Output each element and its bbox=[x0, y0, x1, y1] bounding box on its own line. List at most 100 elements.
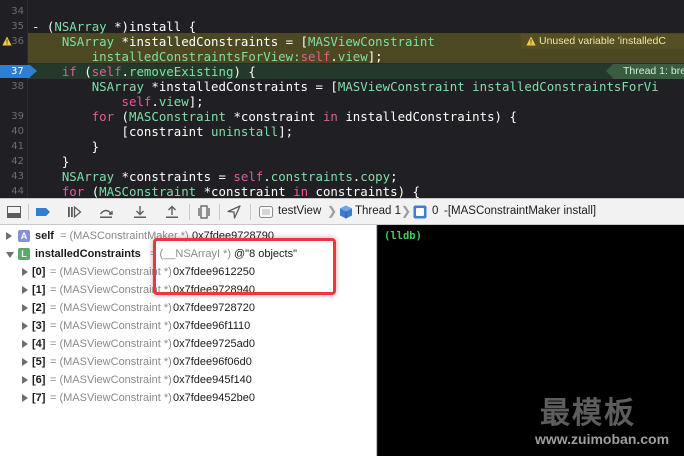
variable-child-row[interactable]: [6] = (MASViewConstraint *) 0x7fdee945f140 bbox=[0, 371, 377, 389]
step-into-icon[interactable] bbox=[132, 204, 148, 220]
code-token: } bbox=[32, 154, 70, 169]
code-token: } bbox=[32, 139, 100, 154]
line-number: 35 bbox=[11, 21, 24, 32]
code-line[interactable]: 35 - (NSArray *)install { bbox=[0, 19, 684, 34]
code-token: removeExisting bbox=[129, 64, 234, 79]
disclosure-collapsed-icon[interactable] bbox=[22, 394, 28, 402]
breadcrumb-target[interactable]: testView bbox=[278, 199, 321, 224]
disclosure-collapsed-icon[interactable] bbox=[22, 304, 28, 312]
source-editor[interactable]: 34 35- (NSArray *)install {36 NSArray *in… bbox=[0, 0, 684, 198]
variable-child-row[interactable]: [5] = (MASViewConstraint *) 0x7fdee96f06d0 bbox=[0, 353, 377, 371]
line-number: 43 bbox=[11, 171, 24, 182]
thread-indicator-label: Thread 1: bre bbox=[623, 65, 684, 77]
code-line[interactable]: 44 for (MASConstraint *constraint in con… bbox=[0, 184, 684, 198]
code-token: - ( bbox=[32, 19, 55, 34]
code-text: - (NSArray *)install { bbox=[32, 19, 196, 34]
thread-indicator-badge[interactable]: Thread 1: bre bbox=[606, 64, 684, 79]
hide-debug-area-icon[interactable] bbox=[6, 204, 22, 220]
code-line[interactable]: 34 bbox=[0, 4, 684, 19]
code-token: *constraint bbox=[196, 184, 294, 198]
highlight-annotation-box bbox=[153, 238, 336, 295]
code-token: [constraint bbox=[32, 124, 212, 139]
disclosure-collapsed-icon[interactable] bbox=[22, 268, 28, 276]
view-hierarchy-icon[interactable] bbox=[196, 204, 212, 220]
code-token: for bbox=[61, 184, 85, 198]
variable-type: = (MASViewConstraint *) bbox=[50, 356, 172, 368]
code-line[interactable]: 41 } bbox=[0, 139, 684, 154]
code-token: *installedConstraints = [ bbox=[143, 79, 338, 94]
line-number: 34 bbox=[11, 6, 24, 17]
lldb-console[interactable]: (lldb) bbox=[378, 225, 684, 456]
code-text: self.view]; bbox=[32, 94, 204, 109]
warning-badge[interactable]: Unused variable 'installedC bbox=[521, 34, 684, 49]
variable-value: 0x7fdee96f1110 bbox=[173, 320, 251, 332]
disclosure-collapsed-icon[interactable] bbox=[22, 286, 28, 294]
code-text: NSArray *installedConstraints = [MASView… bbox=[32, 34, 435, 49]
breadcrumb-thread[interactable]: Thread 1 bbox=[355, 199, 401, 224]
disclosure-collapsed-icon[interactable] bbox=[22, 376, 28, 384]
code-text: if (self.removeExisting) { bbox=[32, 64, 256, 79]
code-token: MASConstraint bbox=[99, 184, 197, 198]
toolbar-divider bbox=[28, 204, 29, 220]
code-line[interactable]: 43 NSArray *constraints = self.constrain… bbox=[0, 169, 684, 184]
variable-name: [0] bbox=[32, 266, 46, 278]
code-token: ( bbox=[76, 64, 92, 79]
code-line[interactable]: installedConstraintsForView:self.view]; bbox=[0, 49, 684, 64]
breadcrumb-frame[interactable]: -[MASConstraintMaker install] bbox=[444, 199, 596, 224]
variable-name: [1] bbox=[32, 284, 46, 296]
variable-child-row[interactable]: [7] = (MASViewConstraint *) 0x7fdee9452be0 bbox=[0, 389, 377, 407]
step-over-icon[interactable] bbox=[98, 204, 114, 220]
code-line[interactable]: 37 if (self.removeExisting) { bbox=[0, 64, 684, 79]
disclosure-collapsed-icon[interactable] bbox=[6, 232, 12, 240]
code-line[interactable]: 40 [constraint uninstall]; bbox=[0, 124, 684, 139]
console-prompt: (lldb) bbox=[384, 230, 422, 242]
breakpoint-marker[interactable]: 37 bbox=[0, 65, 37, 78]
watermark-logo: 最模板 bbox=[540, 396, 636, 431]
line-number: 44 bbox=[11, 186, 24, 197]
watermark-url: www.zuimoban.com bbox=[535, 431, 670, 447]
disclosure-collapsed-icon[interactable] bbox=[22, 322, 28, 330]
code-token: MASViewConstraint bbox=[337, 79, 465, 94]
code-token: *constraint bbox=[225, 109, 323, 124]
variable-name: [7] bbox=[32, 392, 46, 404]
disclosure-collapsed-icon[interactable] bbox=[22, 340, 28, 348]
breakpoints-toggle-icon[interactable] bbox=[35, 204, 51, 220]
variable-child-row[interactable]: [3] = (MASViewConstraint *) 0x7fdee96f1110 bbox=[0, 317, 377, 335]
code-token: copy bbox=[360, 169, 391, 184]
disclosure-collapsed-icon[interactable] bbox=[22, 358, 28, 366]
code-token: in bbox=[322, 109, 338, 124]
code-line[interactable]: self.view]; bbox=[0, 94, 684, 109]
code-line[interactable]: 42 } bbox=[0, 154, 684, 169]
variable-child-row[interactable]: [4] = (MASViewConstraint *) 0x7fdee9725ad0 bbox=[0, 335, 377, 353]
warning-icon[interactable] bbox=[2, 36, 12, 46]
simulate-location-icon[interactable] bbox=[226, 204, 242, 220]
code-line[interactable]: 38 NSArray *installedConstraints = [MASV… bbox=[0, 79, 684, 94]
continue-icon[interactable] bbox=[66, 204, 82, 220]
code-token: installedConstraintsForView: bbox=[91, 49, 301, 64]
variable-name: [3] bbox=[32, 320, 46, 332]
variable-value: 0x7fdee945f140 bbox=[173, 374, 252, 386]
code-token: self bbox=[300, 49, 331, 64]
variable-type: = (MASViewConstraint *) bbox=[50, 338, 172, 350]
breadcrumb-frame-number[interactable]: 0 bbox=[432, 199, 438, 224]
chevron-right-icon: ❯ bbox=[401, 204, 412, 218]
debug-toolbar: testView ❯ Thread 1 ❯ 0 -[MASConstraintM… bbox=[0, 198, 684, 225]
step-out-icon[interactable] bbox=[164, 204, 180, 220]
code-token: installedConstraints) { bbox=[337, 109, 517, 124]
code-token: *constraints = bbox=[114, 169, 234, 184]
toolbar-divider bbox=[250, 204, 251, 220]
disclosure-expanded-icon[interactable] bbox=[6, 252, 14, 258]
variable-value: 0x7fdee9452be0 bbox=[173, 392, 255, 404]
variable-child-row[interactable]: [2] = (MASViewConstraint *) 0x7fdee9728720 bbox=[0, 299, 377, 317]
code-line[interactable]: 39 for (MASConstraint *constraint in ins… bbox=[0, 109, 684, 124]
variable-name: installedConstraints bbox=[35, 248, 141, 260]
code-token: view bbox=[337, 49, 368, 64]
variable-value: 0x7fdee9725ad0 bbox=[173, 338, 255, 350]
code-token: ) { bbox=[233, 64, 256, 79]
toolbar-divider bbox=[189, 204, 190, 220]
variable-type: = (MASViewConstraint *) bbox=[50, 392, 172, 404]
